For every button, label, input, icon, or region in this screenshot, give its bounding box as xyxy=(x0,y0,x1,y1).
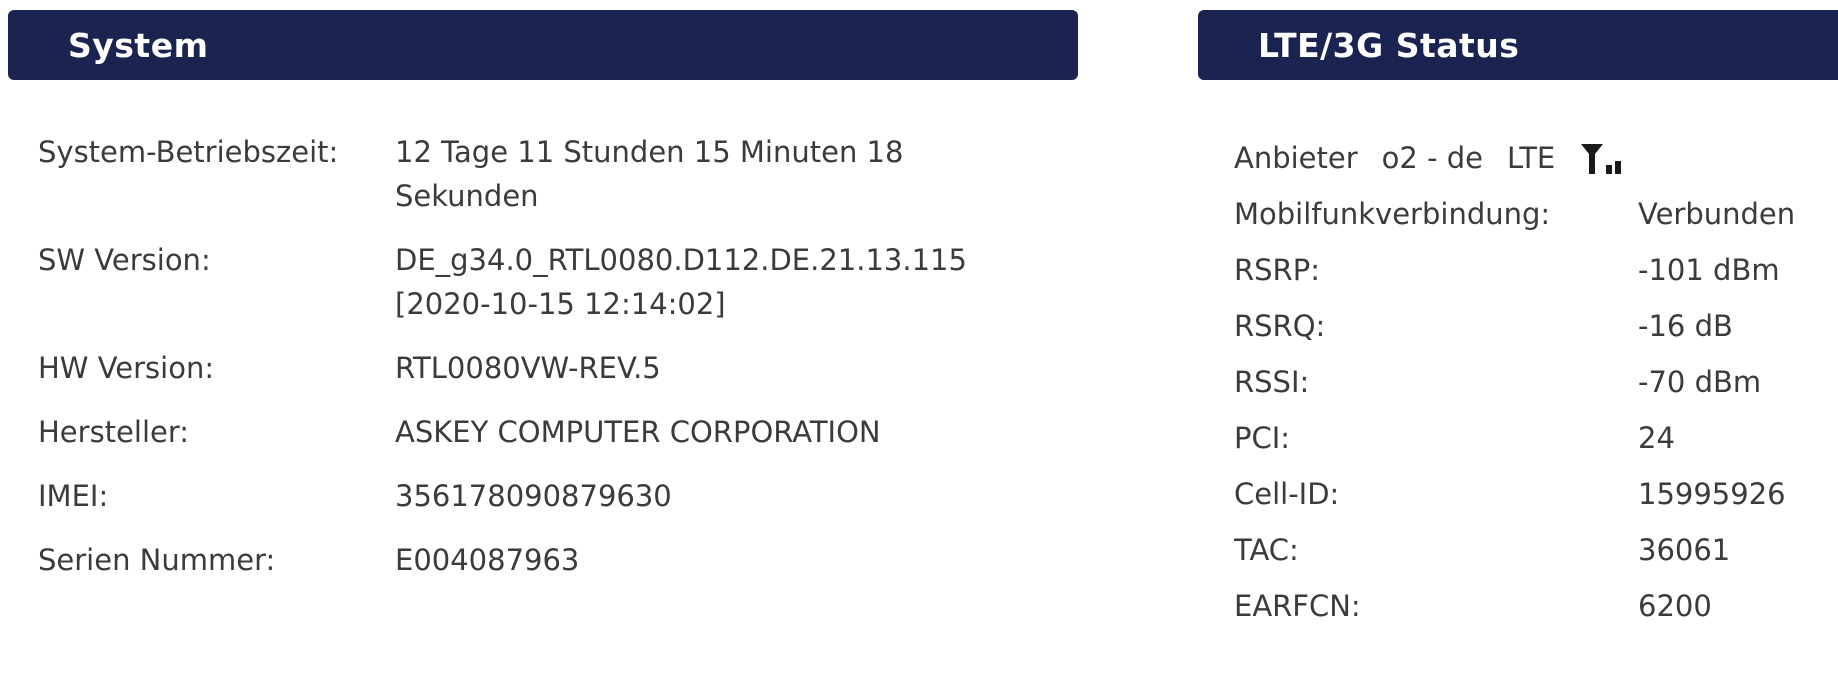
rssi-value: -70 dBm xyxy=(1638,365,1762,399)
system-row-uptime: System-Betriebszeit: 12 Tage 11 Stunden … xyxy=(38,130,1038,218)
rsrq-value: -16 dB xyxy=(1638,309,1733,343)
uptime-label: System-Betriebszeit: xyxy=(38,135,339,169)
lte-row-connection: Mobilfunkverbindung: Verbunden xyxy=(1234,186,1834,242)
earfcn-label: EARFCN: xyxy=(1234,589,1361,623)
system-row-manufacturer: Hersteller: ASKEY COMPUTER CORPORATION xyxy=(38,410,1038,454)
lte-row-pci: PCI: 24 xyxy=(1234,410,1834,466)
system-row-sw-version: SW Version: DE_g34.0_RTL0080.D112.DE.21.… xyxy=(38,238,1038,326)
lte-row-rsrp: RSRP: -101 dBm xyxy=(1234,242,1834,298)
rsrp-value: -101 dBm xyxy=(1638,253,1780,287)
tac-label: TAC: xyxy=(1234,533,1299,567)
lte-row-rsrq: RSRQ: -16 dB xyxy=(1234,298,1834,354)
sw-version-label: SW Version: xyxy=(38,243,211,277)
lte-panel-header: LTE/3G Status xyxy=(1198,10,1838,80)
manufacturer-value: ASKEY COMPUTER CORPORATION xyxy=(395,415,881,449)
provider-row: Anbieter o2 - de LTE xyxy=(1234,130,1834,186)
pci-value: 24 xyxy=(1638,421,1675,455)
rsrq-label: RSRQ: xyxy=(1234,309,1326,343)
lte-row-cell-id: Cell-ID: 15995926 xyxy=(1234,466,1834,522)
cell-id-value: 15995926 xyxy=(1638,477,1786,511)
hw-version-value: RTL0080VW-REV.5 xyxy=(395,351,661,385)
connection-label: Mobilfunkverbindung: xyxy=(1234,197,1551,231)
earfcn-value: 6200 xyxy=(1638,589,1712,623)
lte-row-tac: TAC: 36061 xyxy=(1234,522,1834,578)
tac-value: 36061 xyxy=(1638,533,1731,567)
lte-panel-title: LTE/3G Status xyxy=(1258,25,1520,65)
lte-status-table: Anbieter o2 - de LTE Mobilfunkverbindung… xyxy=(1234,130,1834,634)
manufacturer-label: Hersteller: xyxy=(38,415,190,449)
lte-row-earfcn: EARFCN: 6200 xyxy=(1234,578,1834,634)
provider-value: o2 - de xyxy=(1381,141,1484,175)
system-row-serial: Serien Nummer: E004087963 xyxy=(38,538,1038,582)
serial-number-label: Serien Nummer: xyxy=(38,543,276,577)
system-info-table: System-Betriebszeit: 12 Tage 11 Stunden … xyxy=(38,130,1038,602)
imei-value: 356178090879630 xyxy=(395,479,672,513)
system-row-imei: IMEI: 356178090879630 xyxy=(38,474,1038,518)
antenna-signal-icon xyxy=(1579,141,1625,175)
sw-version-value: DE_g34.0_RTL0080.D112.DE.21.13.115 [2020… xyxy=(395,243,967,321)
cell-id-label: Cell-ID: xyxy=(1234,477,1340,511)
rsrp-label: RSRP: xyxy=(1234,253,1320,287)
imei-label: IMEI: xyxy=(38,479,109,513)
pci-label: PCI: xyxy=(1234,421,1291,455)
hw-version-label: HW Version: xyxy=(38,351,215,385)
connection-value: Verbunden xyxy=(1638,197,1796,231)
lte-row-rssi: RSSI: -70 dBm xyxy=(1234,354,1834,410)
network-type: LTE xyxy=(1507,141,1556,175)
system-panel-header: System xyxy=(8,10,1078,80)
serial-number-value: E004087963 xyxy=(395,543,580,577)
rssi-label: RSSI: xyxy=(1234,365,1310,399)
system-row-hw-version: HW Version: RTL0080VW-REV.5 xyxy=(38,346,1038,390)
provider-label: Anbieter xyxy=(1234,141,1358,175)
system-panel-title: System xyxy=(68,25,209,65)
uptime-value: 12 Tage 11 Stunden 15 Minuten 18 Sekunde… xyxy=(395,135,904,213)
